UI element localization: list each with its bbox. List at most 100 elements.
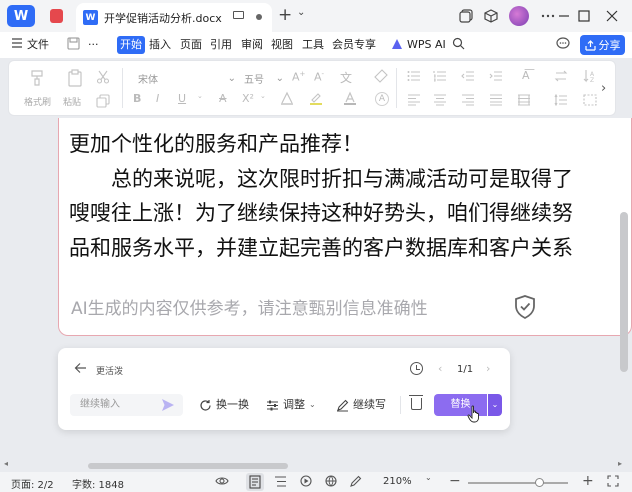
page-indicator[interactable]: 页面: 2/2 <box>11 476 54 491</box>
justify-icon[interactable] <box>489 94 503 109</box>
font-size-select[interactable]: 五号 ⌄ <box>241 70 287 86</box>
adjust-button[interactable]: 调整 ⌄ <box>266 396 316 414</box>
increase-indent-icon[interactable] <box>489 70 503 85</box>
history-clock-icon[interactable] <box>410 362 423 375</box>
eye-icon[interactable] <box>215 475 229 490</box>
continue-write-button[interactable]: 继续写 <box>336 396 386 414</box>
format-painter-label[interactable]: 格式刷 <box>24 95 51 108</box>
replace-options-chevron-icon[interactable]: ⌄ <box>488 394 502 416</box>
new-tab-button[interactable]: + <box>278 7 292 24</box>
close-icon[interactable] <box>604 8 620 24</box>
monitor-icon[interactable] <box>233 11 244 19</box>
highlight-icon[interactable] <box>309 91 323 108</box>
trash-icon[interactable] <box>409 395 423 410</box>
previous-result-button[interactable]: ‹ <box>438 362 442 375</box>
menu-wps-ai[interactable]: WPS AI <box>407 36 446 54</box>
search-icon[interactable] <box>452 37 465 53</box>
outline-view-icon[interactable] <box>274 475 287 491</box>
format-painter-icon[interactable] <box>29 69 47 90</box>
next-result-button[interactable]: › <box>486 362 490 375</box>
save-icon[interactable] <box>67 37 80 53</box>
tab-review[interactable]: 审阅 <box>241 36 263 54</box>
cube-icon[interactable] <box>484 9 498 23</box>
phonetic-guide-icon[interactable]: 文 <box>340 69 352 86</box>
numbered-list-icon[interactable] <box>433 70 447 85</box>
chevron-down-icon[interactable]: ⌄ <box>260 92 266 100</box>
unsaved-dot-icon[interactable] <box>256 14 262 20</box>
cut-icon[interactable] <box>96 70 110 87</box>
hamburger-menu-icon[interactable] <box>11 37 23 52</box>
tab-tools[interactable]: 工具 <box>302 36 324 54</box>
adjust-label: 调整 <box>283 398 305 411</box>
align-center-icon[interactable] <box>433 94 447 109</box>
sort-icon[interactable] <box>554 70 568 85</box>
shield-check-icon[interactable] <box>513 294 537 320</box>
eraser-icon[interactable] <box>374 69 388 86</box>
ai-rewrite-panel: 更活泼 ‹ 1/1 › 继续输入 换一换 调整 ⌄ 继续写 替换 ⌄ <box>58 348 510 430</box>
bullet-list-icon[interactable] <box>407 70 421 85</box>
decrease-indent-icon[interactable] <box>461 70 475 85</box>
align-right-icon[interactable] <box>461 94 475 109</box>
page-view-icon[interactable] <box>246 473 264 491</box>
send-icon[interactable] <box>161 398 175 412</box>
avatar[interactable] <box>509 6 529 26</box>
distributed-align-icon[interactable] <box>517 94 531 109</box>
swap-button[interactable]: 换一换 <box>199 396 249 414</box>
tab-member[interactable]: 会员专享 <box>332 36 376 54</box>
document-page[interactable]: 更加个性化的服务和产品推荐！ 总的来说呢，这次限时折扣与满减活动可是取得了 嗖嗖… <box>58 118 632 336</box>
borders-icon[interactable] <box>583 94 597 109</box>
word-count[interactable]: 字数: 1848 <box>72 476 124 491</box>
more-menu-button[interactable]: ··· <box>88 36 99 54</box>
tab-start[interactable]: 开始 <box>117 36 145 54</box>
back-arrow-icon[interactable] <box>74 362 87 377</box>
strikethrough-button[interactable]: A <box>219 92 227 105</box>
font-name-select[interactable]: 宋体 ⌄ <box>135 70 239 86</box>
window-restore-icon[interactable] <box>459 9 473 23</box>
zoom-slider-handle[interactable] <box>535 478 544 487</box>
wps-logo-icon[interactable]: W <box>7 5 35 27</box>
play-icon[interactable] <box>300 475 312 490</box>
fullscreen-icon[interactable] <box>607 475 619 490</box>
text-direction-icon[interactable]: A͞ <box>522 69 530 82</box>
maximize-icon[interactable] <box>576 8 592 24</box>
align-left-icon[interactable] <box>407 94 421 109</box>
share-button[interactable]: 分享 <box>580 35 625 55</box>
zoom-in-button[interactable]: + <box>582 473 594 489</box>
zoom-out-button[interactable]: − <box>449 473 461 489</box>
pen-mode-icon[interactable] <box>350 475 362 490</box>
web-view-icon[interactable] <box>325 475 337 490</box>
horizontal-scroll-thumb[interactable] <box>88 463 288 469</box>
underline-button[interactable]: U <box>178 92 186 105</box>
tab-page[interactable]: 页面 <box>180 36 202 54</box>
wps-ai-icon[interactable] <box>391 38 403 53</box>
italic-button[interactable]: I <box>156 92 159 105</box>
menu-file[interactable]: 文件 <box>27 36 49 54</box>
zoom-dropdown[interactable]: 210% <box>383 476 412 487</box>
tab-reference[interactable]: 引用 <box>210 36 232 54</box>
ribbon-scroll-right-icon[interactable]: › <box>601 81 606 96</box>
chevron-down-icon[interactable]: ⌄ <box>297 7 305 18</box>
sort-az-icon[interactable]: AZ <box>583 69 597 86</box>
document-tab[interactable]: W 开学促销活动分析.docx <box>76 3 272 32</box>
chevron-down-icon[interactable]: ⌄ <box>425 473 432 482</box>
superscript-button[interactable]: X² <box>242 92 254 105</box>
paste-icon[interactable] <box>66 69 84 90</box>
tab-view[interactable]: 视图 <box>271 36 293 54</box>
copy-icon[interactable] <box>96 94 110 111</box>
line-spacing-icon[interactable] <box>554 93 568 109</box>
decrease-font-icon[interactable]: A- <box>314 70 324 84</box>
clear-format-button[interactable]: A <box>375 92 389 106</box>
vertical-scrollbar[interactable] <box>620 212 628 372</box>
tab-insert[interactable]: 插入 <box>149 36 171 54</box>
pdf-app-icon[interactable] <box>44 6 68 26</box>
text-effect-icon[interactable] <box>280 91 294 108</box>
chat-icon[interactable] <box>556 37 570 53</box>
zoom-slider[interactable] <box>468 482 568 484</box>
font-color-icon[interactable] <box>343 91 357 108</box>
chevron-down-icon[interactable]: ⌄ <box>197 92 203 100</box>
more-options-icon[interactable] <box>540 8 556 24</box>
increase-font-icon[interactable]: A+ <box>292 70 305 84</box>
minimize-icon[interactable] <box>556 8 572 24</box>
paste-label[interactable]: 粘贴 <box>63 95 81 108</box>
bold-button[interactable]: B <box>133 92 141 105</box>
